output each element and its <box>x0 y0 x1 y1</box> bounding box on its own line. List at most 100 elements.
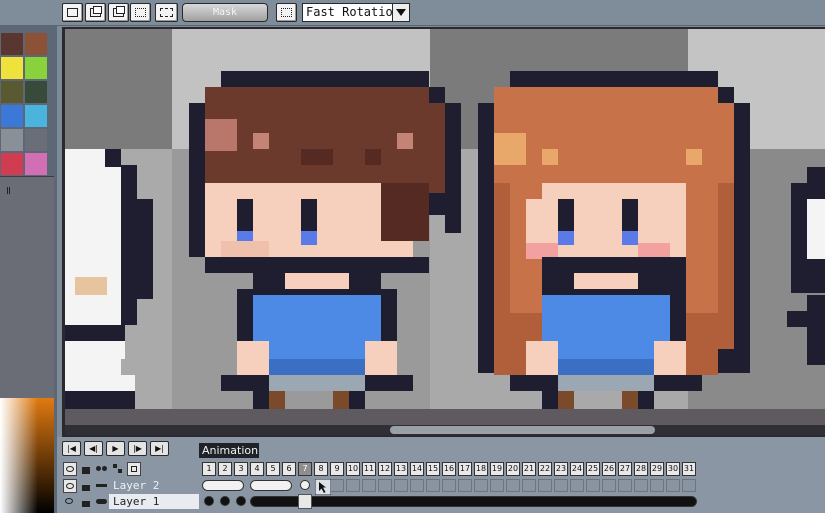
palette-swatch[interactable] <box>25 105 47 127</box>
palette-swatch[interactable] <box>1 81 23 103</box>
frame-number[interactable]: 7 <box>298 462 312 476</box>
mask-button[interactable]: Mask <box>182 3 268 22</box>
frame-number[interactable]: 19 <box>490 462 504 476</box>
frame-number[interactable]: 31 <box>682 462 696 476</box>
frame-number[interactable]: 14 <box>410 462 424 476</box>
frame-number[interactable]: 26 <box>602 462 616 476</box>
empty-cel[interactable] <box>474 479 488 492</box>
empty-cel[interactable] <box>618 479 632 492</box>
empty-cel[interactable] <box>394 479 408 492</box>
eye-icon[interactable] <box>63 495 77 509</box>
tab-animation[interactable]: Animation <box>199 443 259 458</box>
linked-cels[interactable] <box>250 496 697 507</box>
drawing-canvas[interactable] <box>65 29 825 409</box>
transform-button[interactable] <box>155 3 178 22</box>
horizontal-scrollbar[interactable] <box>65 425 825 435</box>
frame-number[interactable]: 13 <box>394 462 408 476</box>
palette-swatch[interactable] <box>1 153 23 175</box>
frame-number[interactable]: 10 <box>346 462 360 476</box>
linked-cels[interactable] <box>202 480 244 491</box>
frame-number[interactable]: 1 <box>202 462 216 476</box>
empty-cel[interactable] <box>426 479 440 492</box>
layer-row[interactable]: Layer 1 <box>61 494 697 509</box>
lock-header-icon[interactable] <box>79 462 93 476</box>
prev-frame-button[interactable]: ◀| <box>84 441 103 456</box>
palette-swatch[interactable] <box>1 57 23 79</box>
empty-cel[interactable] <box>586 479 600 492</box>
frame-number[interactable]: 30 <box>666 462 680 476</box>
empty-cel[interactable] <box>490 479 504 492</box>
palette-swatch[interactable] <box>25 57 47 79</box>
empty-cel[interactable] <box>538 479 552 492</box>
cel[interactable] <box>220 496 230 506</box>
first-frame-button[interactable]: |◀ <box>62 441 81 456</box>
frame-number[interactable]: 11 <box>362 462 376 476</box>
empty-cel[interactable] <box>410 479 424 492</box>
empty-cel[interactable] <box>554 479 568 492</box>
rotation-mode-select[interactable]: Fast Rotation <box>302 3 410 22</box>
empty-cel[interactable] <box>458 479 472 492</box>
frame-number[interactable]: 28 <box>634 462 648 476</box>
visibility-header-icon[interactable] <box>63 462 77 476</box>
palette-swatch[interactable] <box>25 153 47 175</box>
frame-number[interactable]: 5 <box>266 462 280 476</box>
frame-number[interactable]: 17 <box>458 462 472 476</box>
cel[interactable] <box>300 480 310 490</box>
frame-number[interactable]: 9 <box>330 462 344 476</box>
linked-cels[interactable] <box>250 480 292 491</box>
frame-number[interactable]: 8 <box>314 462 328 476</box>
empty-cel[interactable] <box>634 479 648 492</box>
empty-cel[interactable] <box>522 479 536 492</box>
link-cels-icon[interactable] <box>111 462 125 476</box>
frame-number[interactable]: 27 <box>618 462 632 476</box>
scrollbar-thumb[interactable] <box>390 426 655 434</box>
next-frame-button[interactable]: |▶ <box>128 441 147 456</box>
palette-swatch[interactable] <box>1 129 23 151</box>
frame-number[interactable]: 18 <box>474 462 488 476</box>
eye-icon[interactable] <box>63 479 77 493</box>
continuous-icon[interactable] <box>95 479 109 493</box>
frame-number[interactable]: 21 <box>522 462 536 476</box>
unlock-icon[interactable] <box>79 495 93 509</box>
frame-number[interactable]: 2 <box>218 462 232 476</box>
grid-button[interactable] <box>276 3 297 22</box>
play-button[interactable]: ▶ <box>106 441 125 456</box>
empty-cel[interactable] <box>378 479 392 492</box>
onion-skin-icon[interactable] <box>95 462 109 476</box>
frame-number[interactable]: 25 <box>586 462 600 476</box>
empty-cel[interactable] <box>346 479 360 492</box>
continuous-icon[interactable] <box>95 495 109 509</box>
chevron-down-icon[interactable] <box>392 4 409 21</box>
cel[interactable] <box>204 496 214 506</box>
frame-number[interactable]: 4 <box>250 462 264 476</box>
frame-number[interactable]: 24 <box>570 462 584 476</box>
palette-swatch[interactable] <box>25 129 47 151</box>
palette-swatch[interactable] <box>1 105 23 127</box>
stamp-button[interactable] <box>130 3 151 22</box>
empty-cel[interactable] <box>330 479 344 492</box>
last-frame-button[interactable]: ▶| <box>150 441 169 456</box>
empty-cel[interactable] <box>650 479 664 492</box>
empty-cel[interactable] <box>442 479 456 492</box>
empty-cel[interactable] <box>362 479 376 492</box>
empty-cel[interactable] <box>682 479 696 492</box>
copy-button[interactable] <box>85 3 106 22</box>
empty-cel[interactable] <box>570 479 584 492</box>
frame-number[interactable]: 6 <box>282 462 296 476</box>
layer-name[interactable]: Layer 2 <box>109 478 199 493</box>
color-picker[interactable] <box>0 398 54 513</box>
layer-name[interactable]: Layer 1 <box>109 494 199 509</box>
empty-cel[interactable] <box>666 479 680 492</box>
frame-number[interactable]: 15 <box>426 462 440 476</box>
new-layer-icon[interactable] <box>127 462 141 476</box>
frame-number[interactable]: 29 <box>650 462 664 476</box>
palette-swatch[interactable] <box>25 81 47 103</box>
unlock-icon[interactable] <box>79 479 93 493</box>
frame-number[interactable]: 3 <box>234 462 248 476</box>
select-tool-button[interactable] <box>62 3 83 22</box>
empty-cel[interactable] <box>602 479 616 492</box>
palette-swatch[interactable] <box>1 33 23 55</box>
paste-button[interactable] <box>108 3 129 22</box>
frame-number[interactable]: 16 <box>442 462 456 476</box>
frame-number[interactable]: 23 <box>554 462 568 476</box>
